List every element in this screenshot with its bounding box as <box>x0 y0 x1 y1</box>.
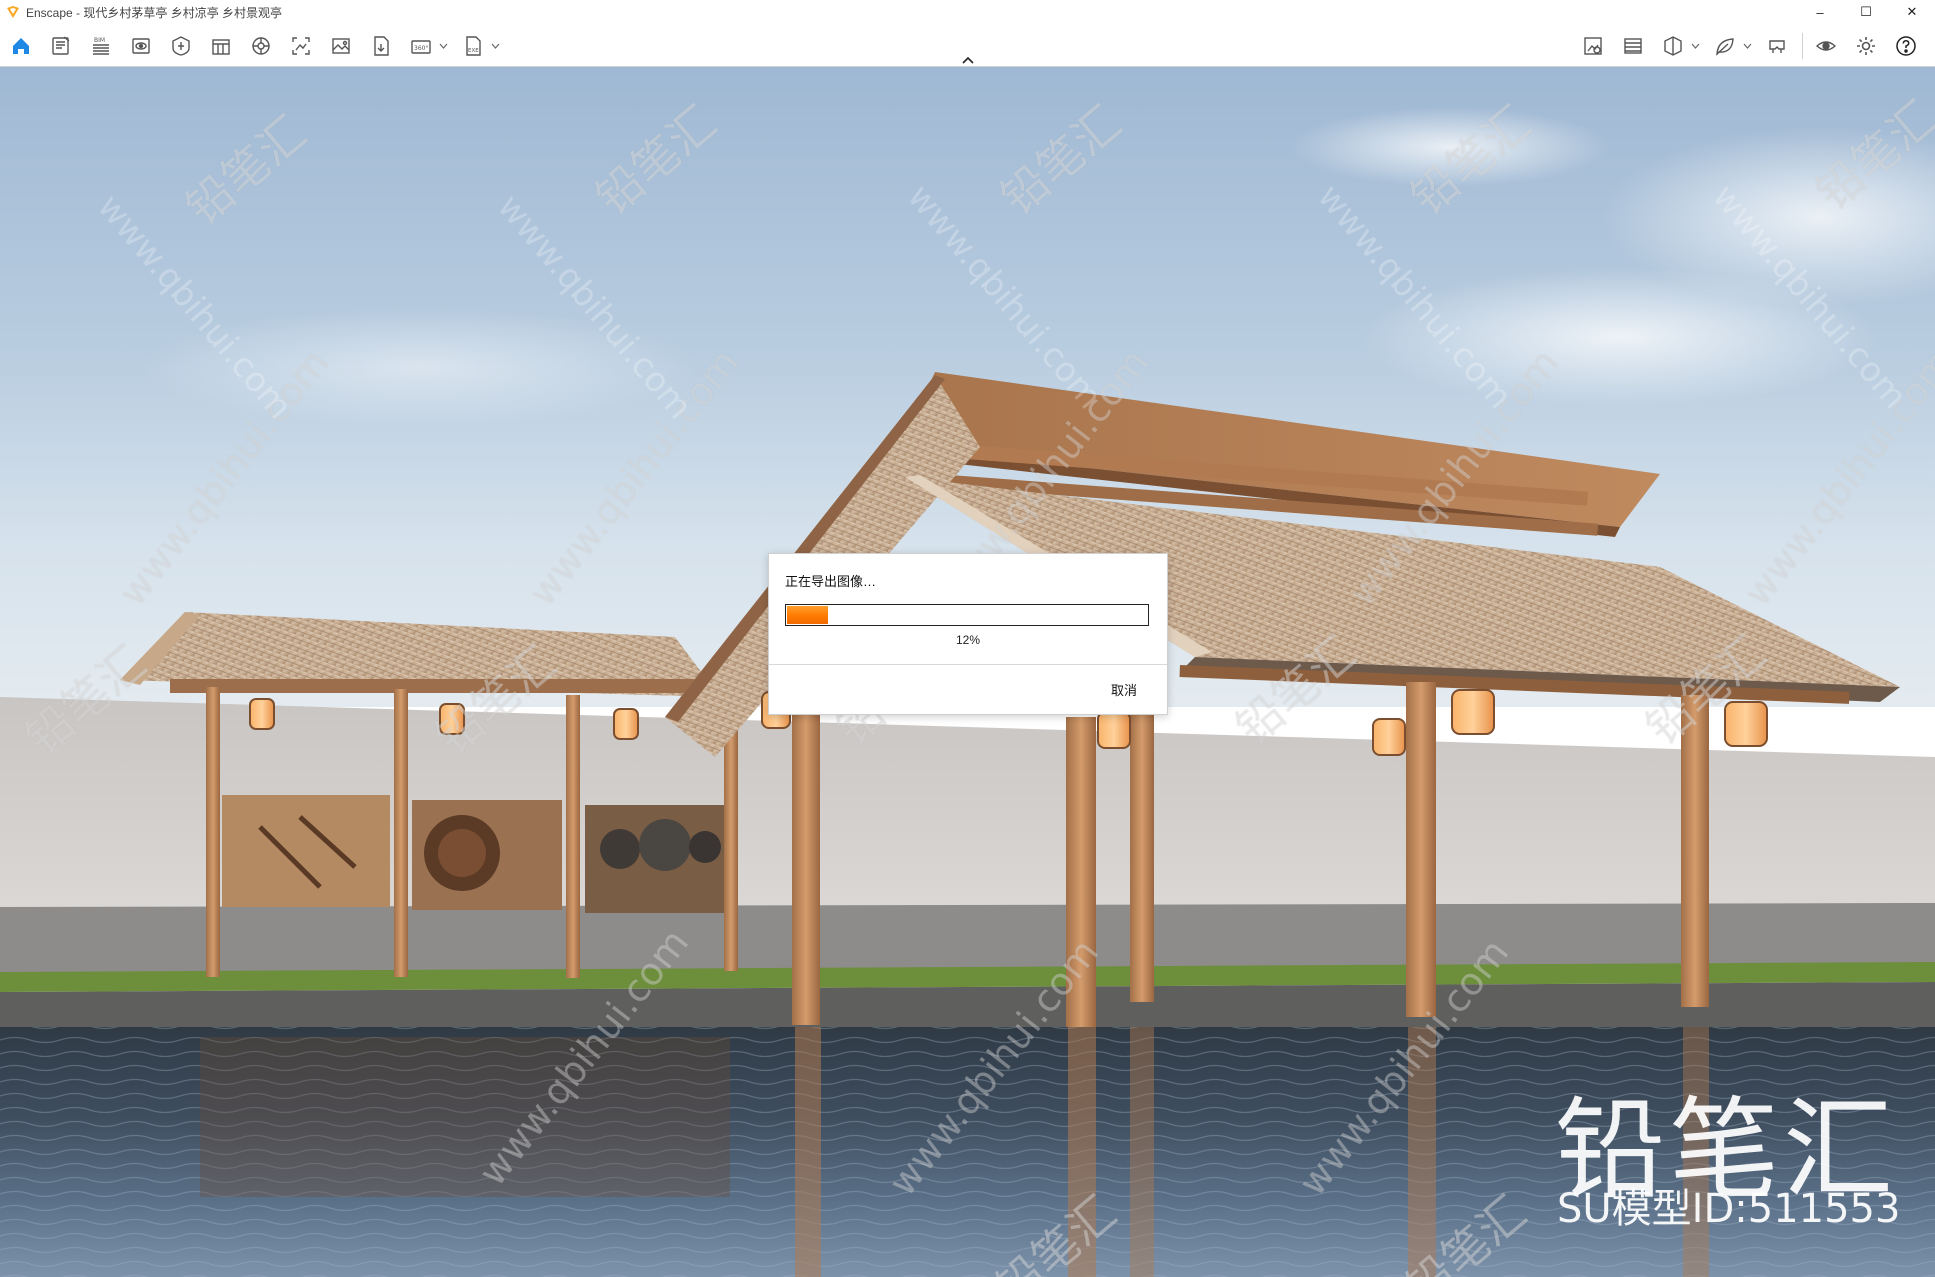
window-controls: – ☐ ✕ <box>1797 0 1935 24</box>
chevron-down-icon <box>491 43 499 49</box>
asset-library-button[interactable] <box>166 31 196 61</box>
svg-text:360°: 360° <box>414 45 428 52</box>
export-file-icon <box>374 36 389 56</box>
capture-icon <box>1584 37 1602 55</box>
asset-library-icon <box>172 36 190 56</box>
vr-icon <box>1769 40 1785 53</box>
toolbar-separator <box>1802 33 1803 59</box>
chevron-up-icon <box>962 56 974 64</box>
home-icon <box>13 38 29 54</box>
home-button[interactable] <box>6 31 36 61</box>
screenshot-button[interactable] <box>286 31 316 61</box>
toolbar-left-group: BIM 360° EXE <box>6 31 510 61</box>
panorama-360-icon: 360° <box>411 40 431 54</box>
project-button[interactable] <box>46 31 76 61</box>
sketch-button[interactable] <box>1710 31 1740 61</box>
export-progress-dialog: 正在导出图像… 12% 取消 <box>768 553 1168 715</box>
leaf-icon <box>1716 38 1734 56</box>
document-icon <box>52 36 70 55</box>
export-exe-button[interactable]: EXE <box>458 31 488 61</box>
gallery-button[interactable] <box>326 31 356 61</box>
visual-settings-icon <box>252 37 270 55</box>
sketch-dropdown[interactable] <box>1742 31 1752 61</box>
close-button[interactable]: ✕ <box>1889 0 1935 24</box>
eye-icon <box>1815 41 1837 51</box>
cancel-button[interactable]: 取消 <box>1111 680 1137 699</box>
visual-settings-button[interactable] <box>246 31 276 61</box>
collapse-toolbar-button[interactable] <box>960 54 976 66</box>
export-dropdown[interactable] <box>490 31 500 61</box>
section-icon <box>1664 36 1682 56</box>
enscape-logo-icon <box>7 6 19 18</box>
atmosphere-icon <box>1624 38 1642 54</box>
visibility-button[interactable] <box>1811 31 1841 61</box>
maximize-button[interactable]: ☐ <box>1843 0 1889 24</box>
settings-button[interactable] <box>1851 31 1881 61</box>
gallery-icon <box>332 38 350 54</box>
view-icon <box>132 38 150 54</box>
views-button[interactable] <box>126 31 156 61</box>
toolbar-right-group <box>1578 31 1931 61</box>
section-dropdown[interactable] <box>1690 31 1700 61</box>
material-editor-icon <box>212 39 230 55</box>
minimize-button[interactable]: – <box>1797 0 1843 24</box>
title-bar: Enscape - 现代乡村茅草亭 乡村凉亭 乡村景观亭 – ☐ ✕ <box>0 0 1935 24</box>
window-title: Enscape - 现代乡村茅草亭 乡村凉亭 乡村景观亭 <box>26 5 283 20</box>
dialog-divider <box>769 664 1167 665</box>
chevron-down-icon <box>1691 43 1699 49</box>
panorama-dropdown[interactable] <box>438 31 448 61</box>
atmosphere-button[interactable] <box>1618 31 1648 61</box>
help-icon <box>1896 36 1916 56</box>
chevron-down-icon <box>439 43 447 49</box>
watermark-model-id: SU模型ID:511553 <box>1557 1186 1901 1232</box>
progress-fill <box>787 606 829 624</box>
progress-percent: 12% <box>955 633 981 647</box>
svg-text:BIM: BIM <box>94 37 105 44</box>
vr-button[interactable] <box>1762 31 1792 61</box>
export-progress-bar <box>785 604 1149 626</box>
export-status-message: 正在导出图像… <box>785 574 877 589</box>
export-exe-icon: EXE <box>466 36 481 56</box>
gear-icon <box>1857 37 1875 55</box>
bim-button[interactable]: BIM <box>86 31 116 61</box>
section-button[interactable] <box>1658 31 1688 61</box>
chevron-down-icon <box>1743 43 1751 49</box>
export-file-button[interactable] <box>366 31 396 61</box>
bim-icon: BIM <box>93 37 109 55</box>
capture-button[interactable] <box>1578 31 1608 61</box>
material-editor-button[interactable] <box>206 31 236 61</box>
help-button[interactable] <box>1891 31 1921 61</box>
svg-text:EXE: EXE <box>468 48 479 54</box>
screenshot-icon <box>292 37 310 55</box>
panorama-button[interactable]: 360° <box>406 31 436 61</box>
